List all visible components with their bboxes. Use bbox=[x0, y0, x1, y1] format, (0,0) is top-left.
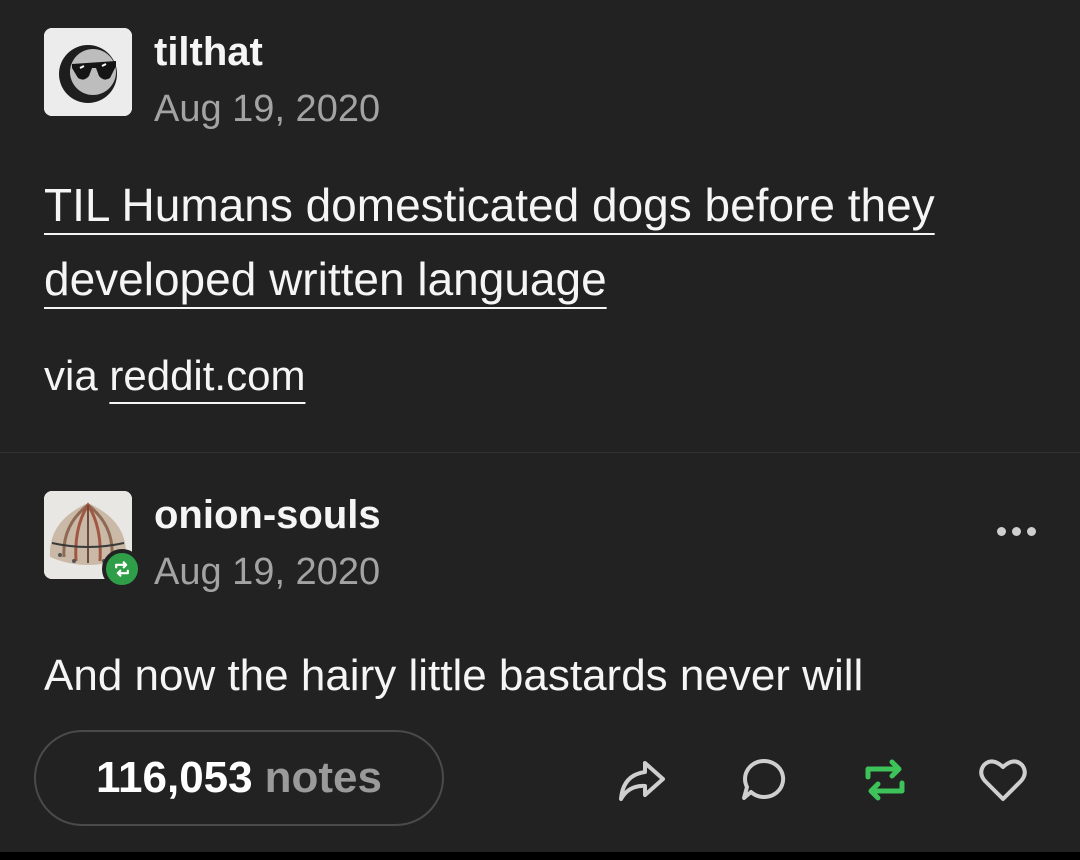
via-prefix: via bbox=[44, 352, 98, 399]
reblog-icon bbox=[865, 759, 905, 801]
more-options-icon[interactable] bbox=[997, 527, 1036, 536]
like-icon bbox=[979, 759, 1027, 801]
post-footer: 116,053 notes bbox=[0, 730, 1080, 830]
share-button[interactable] bbox=[612, 750, 672, 810]
username[interactable]: tilthat bbox=[154, 30, 263, 75]
tilthat-avatar[interactable] bbox=[44, 28, 132, 116]
post-date: Aug 19, 2020 bbox=[154, 551, 381, 593]
reply-button[interactable] bbox=[734, 750, 794, 810]
post-tilthat: tilthat Aug 19, 2020 TIL Humans domestic… bbox=[0, 0, 1080, 452]
share-icon bbox=[619, 761, 665, 801]
bottom-edge bbox=[0, 852, 1080, 860]
reblog-comment: And now the hairy little bastards never … bbox=[44, 651, 864, 700]
post-date: Aug 19, 2020 bbox=[154, 88, 381, 130]
like-button[interactable] bbox=[973, 750, 1033, 810]
source-line: via reddit.com bbox=[44, 352, 305, 400]
source-link[interactable]: reddit.com bbox=[109, 352, 305, 399]
username[interactable]: onion-souls bbox=[154, 493, 381, 538]
sunglasses-avatar-icon bbox=[44, 28, 132, 116]
notes-label: notes bbox=[264, 753, 382, 802]
notes-button[interactable]: 116,053 notes bbox=[34, 730, 444, 826]
reply-icon bbox=[742, 758, 786, 800]
reblog-badge-icon bbox=[115, 561, 129, 577]
reblog-badge bbox=[102, 549, 142, 589]
reblog-button[interactable] bbox=[855, 750, 915, 810]
post-title-link[interactable]: TIL Humans domesticated dogs before they… bbox=[44, 168, 1034, 316]
notes-count: 116,053 bbox=[96, 753, 253, 802]
